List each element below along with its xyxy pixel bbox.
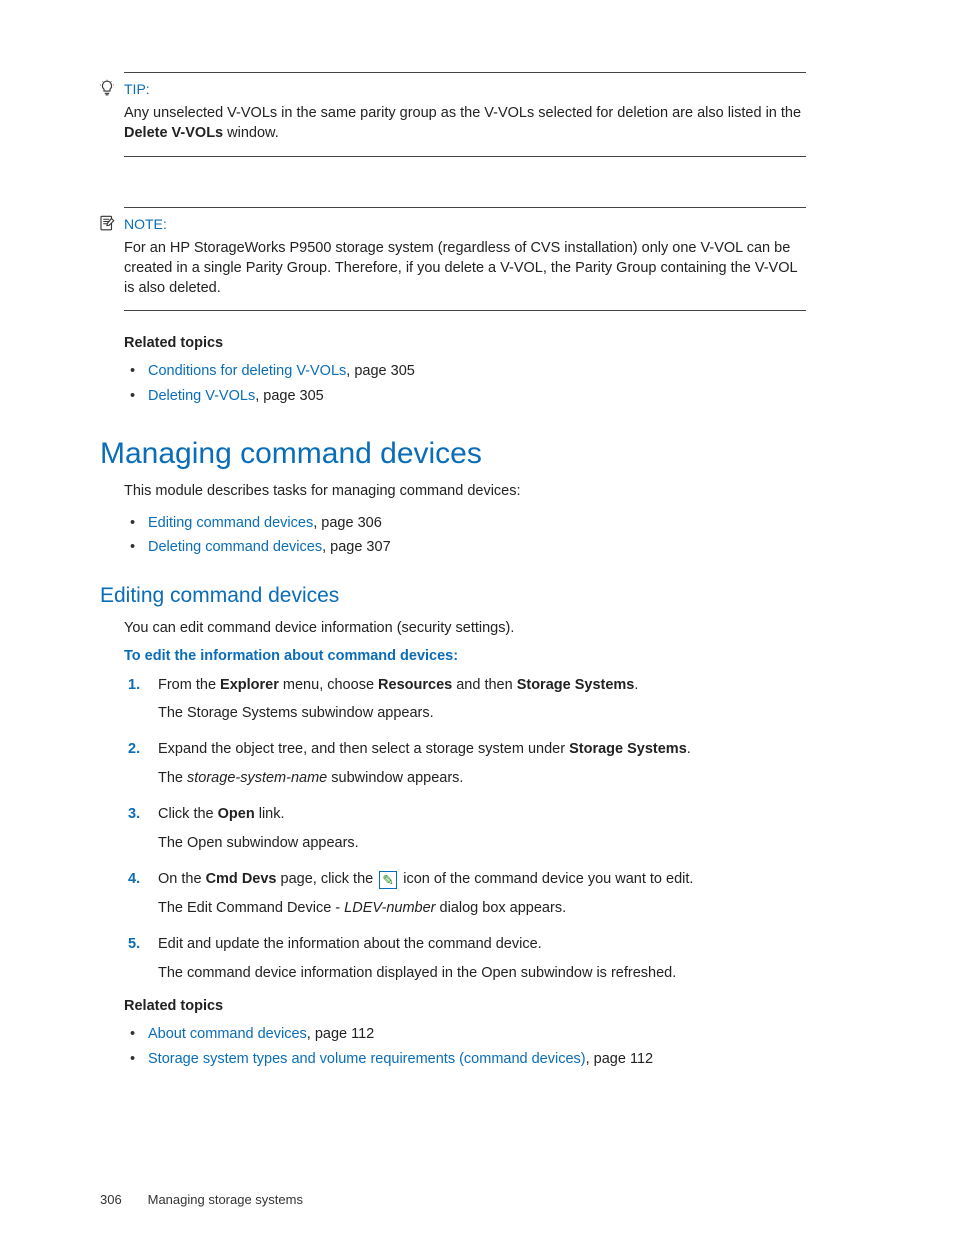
heading-editing-command-devices: Editing command devices (100, 584, 806, 608)
list-item: Editing command devices, page 306 (124, 511, 806, 536)
link-deleting-vvols[interactable]: Deleting V-VOLs (148, 388, 255, 404)
section-intro: You can edit command device information … (124, 618, 806, 640)
link-editing-command-devices[interactable]: Editing command devices (148, 515, 313, 531)
heading-managing-command-devices: Managing command devices (100, 437, 806, 471)
procedure-steps: From the Explorer menu, choose Resources… (124, 674, 806, 985)
related-topics-list: Conditions for deleting V-VOLs, page 305… (124, 359, 806, 408)
edit-icon (379, 871, 397, 889)
note-icon (98, 214, 116, 232)
tip-body-bold: Delete V-VOLs (124, 125, 223, 141)
toc-list: Editing command devices, page 306 Deleti… (124, 511, 806, 560)
tip-body-post: window. (223, 125, 279, 141)
related-topics-heading: Related topics (124, 335, 806, 351)
list-item: Deleting command devices, page 307 (124, 535, 806, 560)
step-4: On the Cmd Devs page, click the icon of … (124, 868, 806, 919)
step-3: Click the Open link. The Open subwindow … (124, 803, 806, 854)
step-5: Edit and update the information about th… (124, 933, 806, 984)
step-1: From the Explorer menu, choose Resources… (124, 674, 806, 725)
page-ref: , page 306 (313, 515, 382, 531)
link-storage-system-types-requirements[interactable]: Storage system types and volume requirem… (148, 1051, 586, 1067)
page-footer: 306 Managing storage systems (100, 1192, 806, 1207)
list-item: Conditions for deleting V-VOLs, page 305 (124, 359, 806, 384)
tip-callout: TIP: Any unselected V-VOLs in the same p… (124, 72, 806, 157)
step-1-result: The Storage Systems subwindow appears. (158, 702, 806, 724)
page-ref: , page 305 (346, 363, 415, 379)
page-ref: , page 112 (307, 1026, 374, 1042)
note-body: For an HP StorageWorks P9500 storage sys… (124, 238, 806, 299)
note-label: NOTE: (124, 216, 167, 232)
page-ref: , page 307 (322, 539, 391, 555)
link-deleting-command-devices[interactable]: Deleting command devices (148, 539, 322, 555)
tip-body-pre: Any unselected V-VOLs in the same parity… (124, 105, 801, 121)
step-5-result: The command device information displayed… (158, 962, 806, 984)
step-4-result: The Edit Command Device - LDEV-number di… (158, 897, 806, 919)
page-ref: , page 112 (586, 1051, 653, 1067)
related-topics-list: About command devices, page 112 Storage … (124, 1022, 806, 1071)
list-item: About command devices, page 112 (124, 1022, 806, 1047)
step-2: Expand the object tree, and then select … (124, 738, 806, 789)
intro-paragraph: This module describes tasks for managing… (124, 481, 806, 503)
link-conditions-deleting-vvols[interactable]: Conditions for deleting V-VOLs (148, 363, 346, 379)
list-item: Storage system types and volume requirem… (124, 1047, 806, 1072)
procedure-intro: To edit the information about command de… (124, 648, 806, 664)
list-item: Deleting V-VOLs, page 305 (124, 384, 806, 409)
page-number: 306 (100, 1192, 144, 1207)
related-topics-heading: Related topics (124, 998, 806, 1014)
footer-title: Managing storage systems (148, 1192, 303, 1207)
step-3-result: The Open subwindow appears. (158, 832, 806, 854)
lightbulb-icon (98, 79, 116, 97)
note-callout: NOTE: For an HP StorageWorks P9500 stora… (124, 207, 806, 312)
page-ref: , page 305 (255, 388, 324, 404)
link-about-command-devices[interactable]: About command devices (148, 1026, 307, 1042)
tip-label: TIP: (124, 81, 150, 97)
step-2-result: The storage-system-name subwindow appear… (158, 767, 806, 789)
tip-body: Any unselected V-VOLs in the same parity… (124, 103, 806, 144)
document-page: TIP: Any unselected V-VOLs in the same p… (0, 0, 954, 1247)
